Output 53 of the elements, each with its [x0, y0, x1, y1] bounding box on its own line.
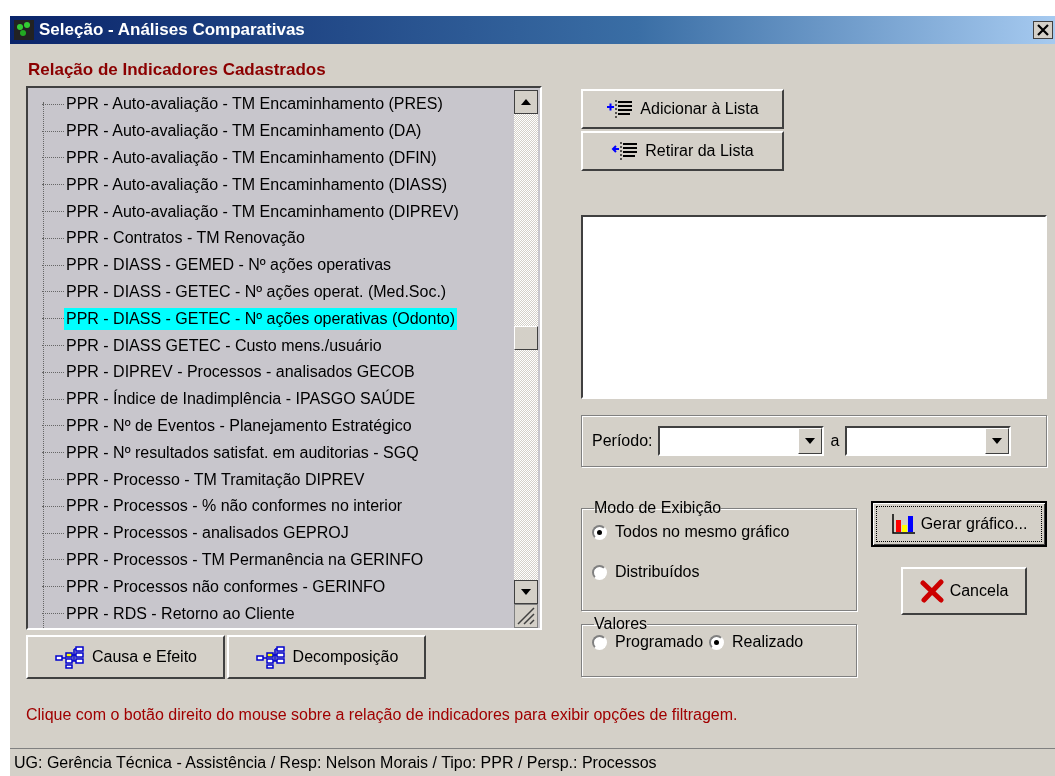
tree-item[interactable]: PPR - RDS - Retorno ao Cliente [64, 602, 297, 625]
tree-item[interactable]: PPR - DIPREV - Processos - analisados GECOB [64, 361, 417, 384]
tree-item[interactable]: PPR - Auto-avaliação - TM Encaminhamento (PRES) [64, 93, 445, 116]
group-title: Valores [594, 615, 648, 633]
tree-item[interactable]: PPR - DIASS - GETEC - Nº ações operativas (Odonto) [64, 307, 458, 330]
remove-from-list-icon [611, 139, 640, 163]
close-icon[interactable] [1033, 21, 1053, 39]
bar-chart-icon [890, 512, 917, 536]
radio-option[interactable]: Realizado [709, 633, 804, 651]
size-grip-icon[interactable] [514, 604, 538, 628]
tree-diagram-icon [54, 645, 86, 669]
tree-item[interactable]: PPR - Processos não conformes - GERINFO [64, 575, 388, 598]
period-end-dropdown[interactable] [845, 426, 1012, 456]
diagram-button[interactable]: Decomposição [227, 635, 426, 679]
group-title: Modo de Exibição [594, 499, 722, 517]
period-label: Período: [592, 432, 653, 450]
window-title: Seleção - Análises Comparativas [39, 20, 305, 40]
hint-text: Clique com o botão direito do mouse sobre a relação de indicadores para exibir opções de filtragem. [26, 706, 739, 724]
tree-item[interactable]: PPR - Auto-avaliação - TM Encaminhamento (DIASS) [64, 173, 450, 196]
list-move-button[interactable]: Adicionar à Lista [581, 89, 784, 129]
radio-option[interactable]: Programado [592, 633, 704, 651]
radio-option[interactable]: Distribuídos [592, 563, 846, 581]
period-separator: a [830, 432, 840, 450]
tree-item[interactable]: PPR - Auto-avaliação - TM Encaminhamento (DIPREV) [64, 200, 461, 223]
generate-chart-button[interactable]: Gerar gráfico... [871, 501, 1047, 547]
app-icon [14, 20, 34, 40]
tree-item[interactable]: PPR - Processos - TM Permanência na GERINFO [64, 548, 426, 571]
tree-item[interactable]: PPR - Nº resultados satisfat. em auditorias - SGQ [64, 441, 421, 464]
tree-item[interactable]: PPR - Índice de Inadimplência - IPASGO SAÚDE [64, 388, 418, 411]
tree-diagram-icon [254, 645, 287, 669]
tree-item[interactable]: PPR - DIASS - GETEC - Nº ações operat. (Med.Soc.) [64, 280, 449, 303]
radio-option[interactable]: Todos no mesmo gráfico [592, 523, 846, 541]
scroll-thumb[interactable] [514, 326, 538, 350]
diagram-button[interactable]: Causa e Efeito [26, 635, 225, 679]
scroll-up-button[interactable] [514, 90, 538, 114]
tree-item[interactable]: PPR - Contratos - TM Renovação [64, 227, 307, 250]
tree-item[interactable]: PPR - Processo - TM Tramitação DIPREV [64, 468, 367, 491]
caret-icon [805, 438, 816, 444]
cancel-button[interactable]: Cancela [901, 567, 1027, 615]
list-heading: Relação de Indicadores Cadastrados [27, 59, 327, 81]
tree-item[interactable]: PPR - DIASS - GEMED - Nº ações operativas [64, 254, 394, 277]
tree-item[interactable]: PPR - Auto-avaliação - TM Encaminhamento (DA) [64, 120, 424, 143]
caret-icon [992, 438, 1003, 444]
x-icon [919, 579, 944, 603]
tree-item[interactable]: PPR - DIASS GETEC - Custo mens./usuário [64, 334, 384, 357]
list-move-button[interactable]: Retirar da Lista [581, 131, 784, 171]
add-to-list-icon [606, 97, 635, 121]
tree-item[interactable]: PPR - Nº de Eventos - Planejamento Estratégico [64, 414, 414, 437]
period-start-dropdown[interactable] [658, 426, 825, 456]
tree-item[interactable]: PPR - Processos - analisados GEPROJ [64, 522, 351, 545]
tree-item[interactable]: PPR - Auto-avaliação - TM Encaminhamento (DFIN) [64, 147, 439, 169]
scroll-down-button[interactable] [514, 580, 538, 604]
tree-item[interactable]: PPR - Processos - % não conformes no interior [64, 495, 405, 518]
